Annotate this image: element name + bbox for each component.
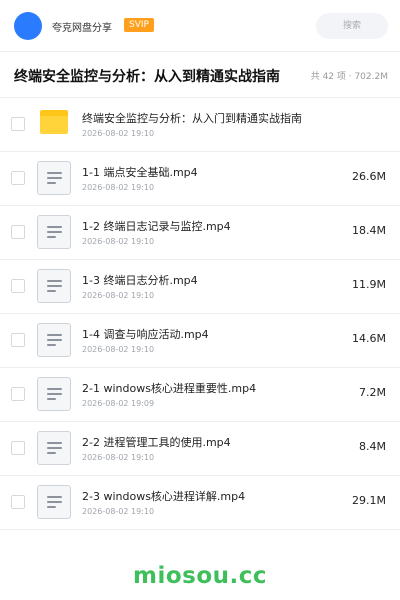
file-icon — [37, 431, 71, 465]
list-item[interactable]: 1-3 终端日志分析.mp4 2026-08-02 19:10 11.9M — [0, 260, 400, 314]
file-size: 7.2M — [359, 386, 386, 399]
brand-name: 夸克网盘分享 — [52, 23, 112, 34]
file-icon — [37, 485, 71, 519]
file-date: 2026-08-02 19:10 — [82, 507, 155, 516]
file-name: 1-2 终端日志记录与监控.mp4 — [82, 220, 231, 233]
file-date: 2026-08-02 19:09 — [82, 399, 155, 408]
file-name: 1-4 调查与响应活动.mp4 — [82, 328, 209, 341]
list-item[interactable]: 1-4 调查与响应活动.mp4 2026-08-02 19:10 14.6M — [0, 314, 400, 368]
file-date: 2026-08-02 19:10 — [82, 345, 155, 354]
file-name: 1-1 端点安全基础.mp4 — [82, 166, 198, 179]
file-icon — [37, 323, 71, 357]
row-checkbox[interactable] — [11, 387, 25, 401]
row-checkbox[interactable] — [11, 171, 25, 185]
file-date: 2026-08-02 19:10 — [82, 237, 155, 246]
title-row: 终端安全监控与分析：从入到精通实战指南 共 42 项 · 702.2M — [0, 52, 400, 98]
file-name: 终端安全监控与分析：从入门到精通实战指南 — [82, 112, 302, 125]
list-item[interactable]: 2-1 windows核心进程重要性.mp4 2026-08-02 19:09 … — [0, 368, 400, 422]
list-item[interactable]: 2-3 windows核心进程详解.mp4 2026-08-02 19:10 2… — [0, 476, 400, 530]
file-icon — [37, 377, 71, 411]
header-bar: 夸克网盘分享 SVIP 搜索 — [0, 0, 400, 52]
search-input[interactable]: 搜索 — [316, 13, 388, 39]
file-list: 终端安全监控与分析：从入门到精通实战指南 2026-08-02 19:10 1-… — [0, 98, 400, 530]
row-checkbox[interactable] — [11, 117, 25, 131]
file-name: 1-3 终端日志分析.mp4 — [82, 274, 198, 287]
file-icon — [37, 269, 71, 303]
list-item[interactable]: 1-2 终端日志记录与监控.mp4 2026-08-02 19:10 18.4M — [0, 206, 400, 260]
file-name: 2-1 windows核心进程重要性.mp4 — [82, 382, 257, 395]
file-size: 29.1M — [352, 494, 386, 507]
list-item[interactable]: 2-2 进程管理工具的使用.mp4 2026-08-02 19:10 8.4M — [0, 422, 400, 476]
page-title: 终端安全监控与分析：从入到精通实战指南 — [14, 69, 280, 85]
file-date: 2026-08-02 19:10 — [82, 129, 155, 138]
file-name: 2-2 进程管理工具的使用.mp4 — [82, 436, 231, 449]
row-checkbox[interactable] — [11, 333, 25, 347]
row-checkbox[interactable] — [11, 495, 25, 509]
row-checkbox[interactable] — [11, 225, 25, 239]
file-date: 2026-08-02 19:10 — [82, 183, 155, 192]
file-name: 2-3 windows核心进程详解.mp4 — [82, 490, 246, 503]
row-checkbox[interactable] — [11, 279, 25, 293]
item-summary: 共 42 项 · 702.2M — [310, 72, 388, 82]
file-date: 2026-08-02 19:10 — [82, 291, 155, 300]
file-size: 18.4M — [352, 224, 386, 237]
row-checkbox[interactable] — [11, 441, 25, 455]
file-icon — [37, 161, 71, 195]
file-size: 11.9M — [352, 278, 386, 291]
file-size: 8.4M — [359, 440, 386, 453]
folder-icon — [40, 110, 68, 134]
list-item[interactable]: 1-1 端点安全基础.mp4 2026-08-02 19:10 26.6M — [0, 152, 400, 206]
avatar[interactable] — [14, 12, 42, 40]
svip-badge: SVIP — [124, 18, 154, 32]
file-date: 2026-08-02 19:10 — [82, 453, 155, 462]
list-item[interactable]: 终端安全监控与分析：从入门到精通实战指南 2026-08-02 19:10 — [0, 98, 400, 152]
file-size: 14.6M — [352, 332, 386, 345]
file-icon — [37, 215, 71, 249]
file-size: 26.6M — [352, 170, 386, 183]
watermark: miosou.cc — [132, 563, 268, 589]
